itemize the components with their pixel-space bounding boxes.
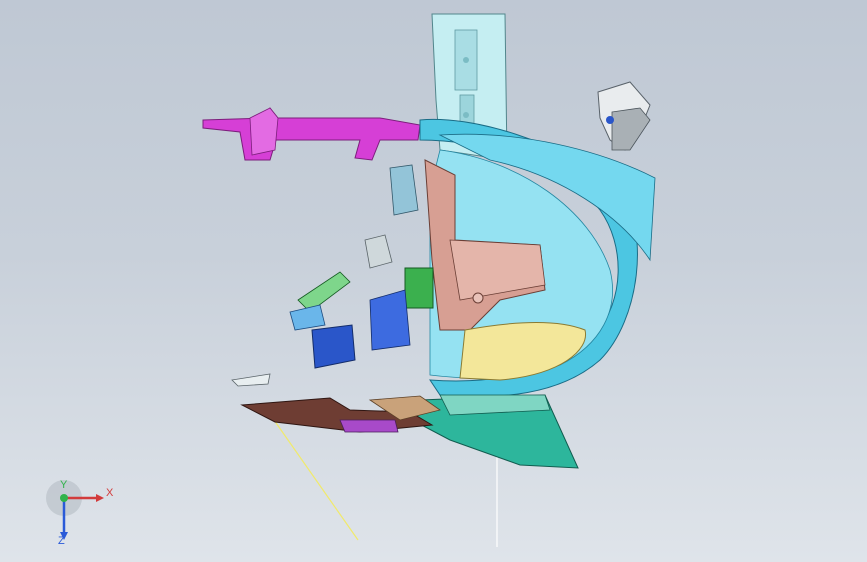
z-axis-label: Z	[58, 535, 65, 547]
y-axis-label: Y	[60, 479, 68, 491]
x-axis-label: X	[106, 487, 114, 499]
y-axis-dot	[60, 494, 68, 502]
top-bracket-part[interactable]	[597, 81, 651, 151]
magenta-cross-member[interactable]	[202, 107, 421, 161]
cad-model-viewport[interactable]	[0, 0, 867, 562]
teal-bottom-skirt[interactable]	[411, 394, 579, 469]
x-axis-arrowhead	[96, 494, 104, 502]
yellow-construction-line	[273, 419, 359, 541]
coordinate-triad: X Y Z	[46, 479, 114, 547]
brown-floor-panel[interactable]	[240, 395, 441, 433]
